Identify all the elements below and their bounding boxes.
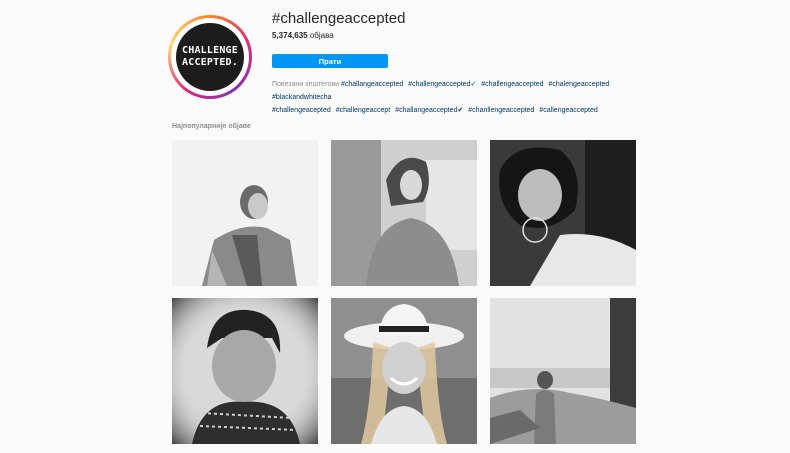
- post-count: 5,374,635 објава: [272, 31, 334, 40]
- related-label: Повезани хештегови: [272, 81, 339, 88]
- related-tag[interactable]: #challangeaccepted✔: [395, 107, 463, 114]
- related-tag[interactable]: #chanllengeaccepted: [468, 107, 534, 114]
- related-tag[interactable]: #challengeacepted: [272, 107, 331, 114]
- post-tile[interactable]: [331, 140, 477, 286]
- post-tile[interactable]: [331, 298, 477, 444]
- related-tag[interactable]: #challengeaccepted: [481, 81, 543, 88]
- top-posts-heading: Најпопуларније објаве: [172, 123, 251, 130]
- related-hashtags: Повезани хештегови #challangeaccepted #c…: [272, 78, 652, 117]
- post-tile[interactable]: [172, 140, 318, 286]
- avatar-text-2: ACCEPTED.: [182, 57, 238, 68]
- related-tag[interactable]: #challangeaccepted: [341, 81, 403, 88]
- follow-button[interactable]: Прати: [272, 54, 388, 68]
- post-count-label: објава: [309, 31, 334, 40]
- related-tag[interactable]: #challengeaccepted✓: [408, 81, 476, 88]
- post-tile[interactable]: [490, 140, 636, 286]
- post-image: [331, 140, 477, 286]
- post-image: [331, 298, 477, 444]
- post-tile[interactable]: [172, 298, 318, 444]
- avatar-text-1: CHALLENGE: [182, 45, 238, 56]
- related-tag[interactable]: #challengeaccept: [336, 107, 391, 114]
- post-count-value: 5,374,635: [272, 31, 308, 40]
- post-image: [490, 140, 636, 286]
- related-tag[interactable]: #blackandwhitecha: [272, 94, 332, 101]
- post-tile[interactable]: [490, 298, 636, 444]
- related-tag[interactable]: #callengeaccepted: [539, 107, 597, 114]
- related-tag[interactable]: #chalengeaccepted: [549, 81, 610, 88]
- post-image: [172, 140, 318, 286]
- post-image: [172, 298, 318, 444]
- hashtag-avatar: CHALLENGE ACCEPTED.: [168, 15, 252, 99]
- post-image: [490, 298, 636, 444]
- hashtag-title: #challengeaccepted: [272, 10, 406, 27]
- challenge-accepted-logo: CHALLENGE ACCEPTED.: [176, 23, 244, 91]
